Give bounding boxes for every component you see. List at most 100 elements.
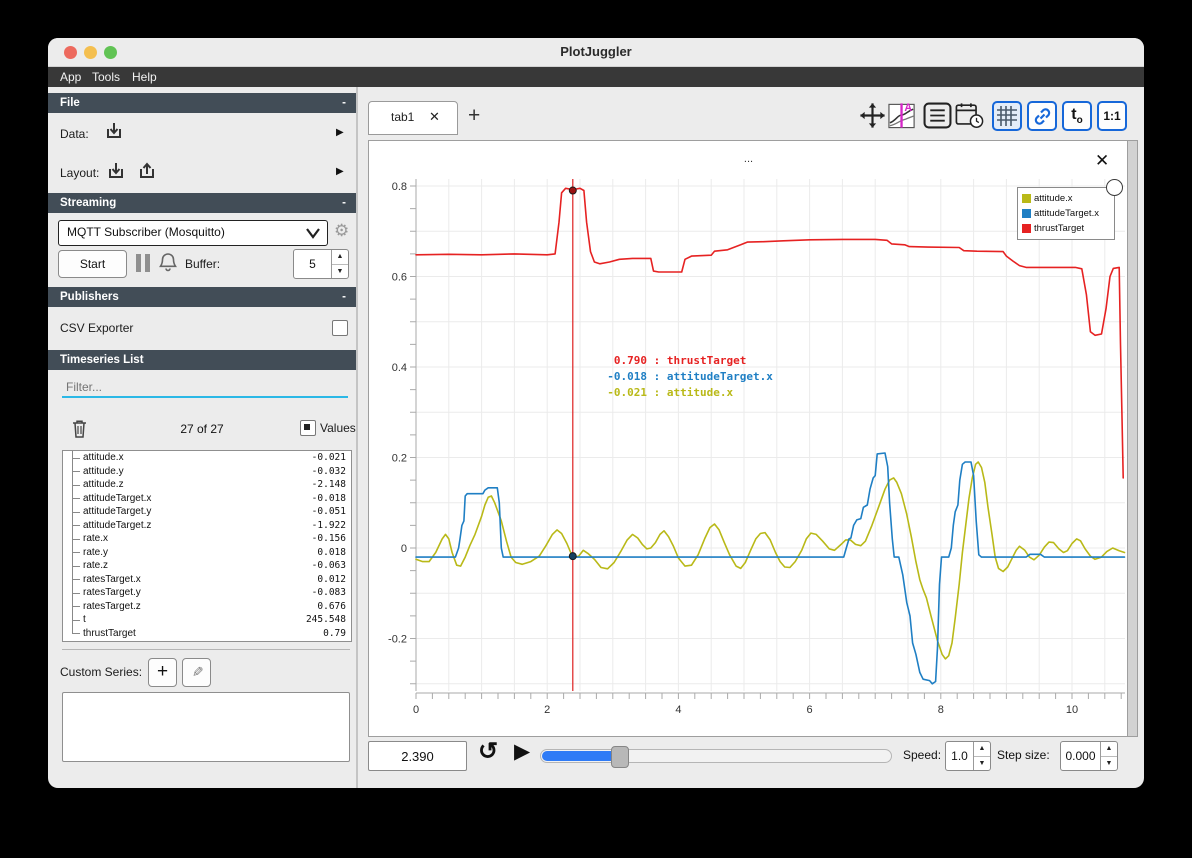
collapse-publishers-icon[interactable]: - <box>342 287 346 307</box>
svg-text:0.8: 0.8 <box>392 181 407 193</box>
show-grid-button[interactable] <box>992 101 1022 131</box>
custom-series-list[interactable] <box>62 692 350 762</box>
filter-input[interactable] <box>62 378 348 398</box>
values-label: Values <box>320 421 356 435</box>
timeseries-list[interactable]: attitude.x -0.021 attitude.y -0.032 attitude… <box>62 450 352 642</box>
speed-up-icon[interactable]: ▲ <box>974 742 990 757</box>
timeseries-row[interactable]: rate.x -0.156 <box>63 532 351 546</box>
pause-icon[interactable] <box>136 254 150 272</box>
plot-close-icon[interactable]: ✕ <box>1095 151 1109 171</box>
link-icon <box>1034 107 1050 125</box>
series-name: rate.y <box>83 546 109 558</box>
play-icon[interactable]: ▶ <box>514 739 530 764</box>
readout-line: -0.021 : attitude.x <box>607 386 734 399</box>
timeseries-row[interactable]: attitudeTarget.z -1.922 <box>63 518 351 532</box>
sidebar-divider[interactable] <box>356 87 358 788</box>
list-view-icon[interactable] <box>923 101 952 130</box>
series-name: thrustTarget <box>83 627 136 639</box>
streaming-source-select[interactable]: MQTT Subscriber (Mosquitto) <box>58 220 328 246</box>
legend-item[interactable]: attitudeTarget.x <box>1022 206 1110 221</box>
speed-spinbox[interactable]: 1.0 ▲ ▼ <box>945 741 991 771</box>
load-layout-icon[interactable] <box>105 160 127 182</box>
section-header-publishers[interactable]: Publishers - <box>48 287 356 307</box>
layout-expand-arrow[interactable]: ▶ <box>336 166 344 177</box>
timeseries-row[interactable]: t 245.548 <box>63 613 351 627</box>
curve-editor-icon[interactable]: A <box>888 101 917 130</box>
timeseries-row[interactable]: rate.z -0.063 <box>63 559 351 573</box>
tab-tab1[interactable]: tab1 ✕ <box>368 101 458 135</box>
ratio-1-1-button[interactable]: 1:1 <box>1097 101 1127 131</box>
menu-app[interactable]: App <box>60 70 81 84</box>
speed-down-icon[interactable]: ▼ <box>974 757 990 771</box>
series-name: ratesTarget.z <box>83 600 141 612</box>
tab-close-icon[interactable]: ✕ <box>429 109 440 125</box>
speed-label: Speed: <box>903 748 942 762</box>
values-checkbox[interactable] <box>300 420 316 436</box>
timeseries-row[interactable]: attitude.y -0.032 <box>63 464 351 478</box>
series-name: rate.x <box>83 533 109 545</box>
legend-swatch <box>1022 194 1031 203</box>
buffer-label: Buffer: <box>185 257 221 271</box>
series-name: attitude.x <box>83 452 124 464</box>
step-up-icon[interactable]: ▲ <box>1101 742 1117 757</box>
add-tab-button[interactable]: + <box>468 104 480 128</box>
plot-area[interactable]: ... ✕ 0 2 4 6 8 10 -0.2 0 0.2 0.4 0.6 0.8 attitude.… <box>368 140 1138 737</box>
section-header-timeseries[interactable]: Timeseries List <box>48 350 356 370</box>
plot-legend[interactable]: attitude.x attitudeTarget.x thrustTarget <box>1017 179 1123 240</box>
legend-item[interactable]: thrustTarget <box>1022 221 1110 236</box>
time-offset-button[interactable]: to <box>1062 101 1092 131</box>
load-data-icon[interactable] <box>103 120 125 142</box>
pan-move-icon[interactable] <box>858 101 887 130</box>
tab-label: tab1 <box>391 110 415 124</box>
date-time-icon[interactable] <box>955 101 984 130</box>
plot-right-strip <box>1127 141 1137 736</box>
readout-line: -0.018 : attitudeTarget.x <box>607 370 773 383</box>
collapse-file-icon[interactable]: - <box>342 93 346 113</box>
timeseries-row[interactable]: rate.y 0.018 <box>63 545 351 559</box>
data-expand-arrow[interactable]: ▶ <box>336 127 344 138</box>
series-value: -2.148 <box>311 479 346 491</box>
buffer-value: 5 <box>309 257 316 271</box>
csv-exporter-label: CSV Exporter <box>60 321 134 335</box>
streaming-settings-gear-icon[interactable]: ⚙ <box>334 221 349 241</box>
tracker-time-input[interactable]: 2.390 <box>368 741 467 771</box>
timeseries-row[interactable]: attitudeTarget.x -0.018 <box>63 491 351 505</box>
timeseries-row[interactable]: attitude.x -0.021 <box>63 451 351 465</box>
buffer-up-icon[interactable]: ▲ <box>332 250 348 265</box>
slider-handle[interactable] <box>611 746 629 768</box>
menu-help[interactable]: Help <box>132 70 157 84</box>
timeseries-row[interactable]: thrustTarget 0.79 <box>63 626 351 641</box>
legend-item[interactable]: attitude.x <box>1022 191 1110 206</box>
data-label: Data: <box>60 127 89 141</box>
timeseries-row[interactable]: attitudeTarget.y -0.051 <box>63 505 351 519</box>
step-size-spinbox[interactable]: 0.000 ▲ ▼ <box>1060 741 1118 771</box>
csv-exporter-checkbox[interactable] <box>332 320 348 336</box>
start-streaming-button[interactable]: Start <box>58 250 127 278</box>
timeseries-row[interactable]: ratesTarget.z 0.676 <box>63 599 351 613</box>
buffer-down-icon[interactable]: ▼ <box>332 265 348 279</box>
timeseries-row[interactable]: ratesTarget.x 0.012 <box>63 572 351 586</box>
step-down-icon[interactable]: ▼ <box>1101 757 1117 771</box>
streaming-source-value: MQTT Subscriber (Mosquitto) <box>67 225 225 239</box>
legend-handle[interactable] <box>1106 179 1123 196</box>
svg-text:0: 0 <box>401 543 407 555</box>
series-name: attitudeTarget.x <box>83 492 152 504</box>
divider <box>62 649 350 650</box>
collapse-streaming-icon[interactable]: - <box>342 193 346 213</box>
loop-icon[interactable]: ↺ <box>478 737 498 766</box>
section-header-streaming[interactable]: Streaming - <box>48 193 356 213</box>
legend-label: attitudeTarget.x <box>1034 208 1099 219</box>
link-axes-button[interactable] <box>1027 101 1057 131</box>
svg-text:6: 6 <box>807 704 813 716</box>
timeseries-row[interactable]: ratesTarget.y -0.083 <box>63 586 351 600</box>
series-name: ratesTarget.y <box>83 587 141 599</box>
menu-tools[interactable]: Tools <box>92 70 120 84</box>
save-layout-icon[interactable] <box>136 160 158 182</box>
buffer-spinbox[interactable]: 5 ▲ ▼ <box>293 249 349 279</box>
time-slider[interactable] <box>540 746 892 768</box>
timeseries-row[interactable]: attitude.z -2.148 <box>63 478 351 492</box>
add-custom-series-button[interactable]: + <box>148 658 177 687</box>
notifications-bell-icon[interactable] <box>158 251 178 273</box>
edit-custom-series-button[interactable]: ✎ <box>182 658 211 687</box>
section-header-file[interactable]: File - <box>48 93 356 113</box>
